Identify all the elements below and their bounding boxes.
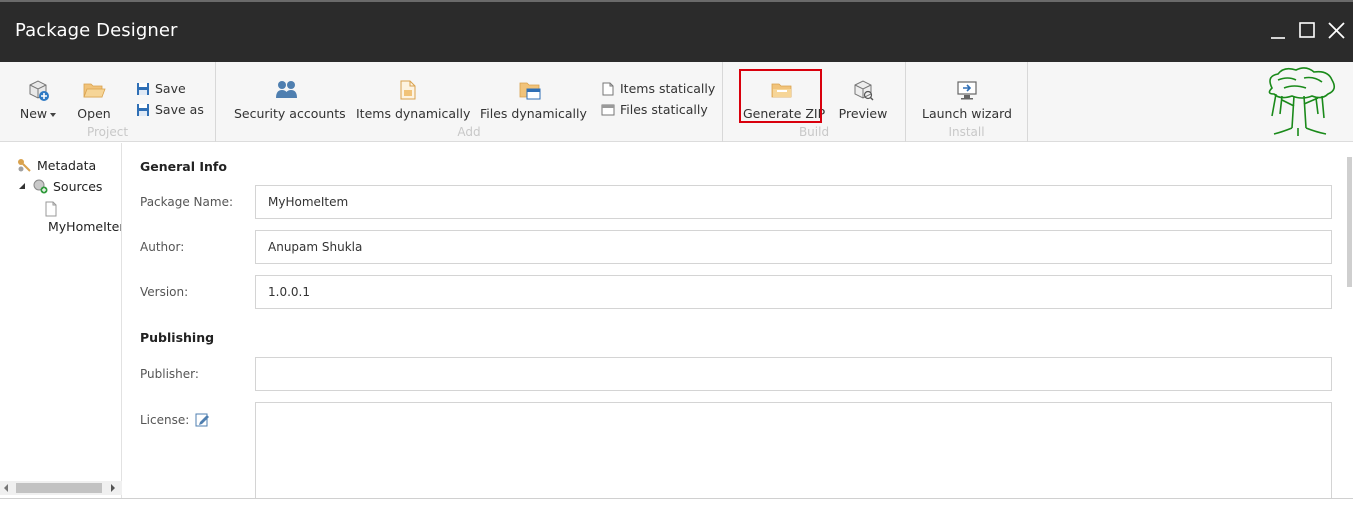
users-icon <box>276 81 297 98</box>
edit-icon[interactable] <box>195 412 210 427</box>
ribbon-group-project: New Open Save Save as Project <box>0 62 216 142</box>
files-dynamically-button[interactable]: Files dynamically <box>480 78 587 121</box>
ribbon-group-add: Security accounts Items dynamically File… <box>216 62 723 142</box>
close-icon[interactable] <box>1326 20 1348 42</box>
save-button[interactable]: Save <box>136 81 186 96</box>
preview-button[interactable]: Preview <box>835 78 891 121</box>
install-wizard-icon <box>957 81 977 100</box>
ribbon-group-install: Launch wizard Install <box>906 62 1028 142</box>
launch-wizard-button[interactable]: Launch wizard <box>920 78 1014 121</box>
sources-icon <box>33 179 48 194</box>
package-preview-icon <box>854 80 874 101</box>
document-icon <box>602 82 614 95</box>
publisher-label: Publisher: <box>140 367 199 381</box>
minimize-icon[interactable] <box>1268 20 1290 42</box>
package-form: General Info Package Name: Author: Versi… <box>123 143 1353 498</box>
scroll-left-icon[interactable] <box>3 484 9 492</box>
new-button[interactable]: New <box>16 78 60 121</box>
new-package-icon <box>29 80 49 101</box>
file-window-icon <box>601 104 615 115</box>
items-dynamically-button[interactable]: Items dynamically <box>356 78 470 121</box>
expand-triangle-icon[interactable] <box>18 182 26 190</box>
maximize-icon[interactable] <box>1297 20 1319 42</box>
ribbon-group-label-add: Add <box>457 125 481 139</box>
version-label: Version: <box>140 285 189 299</box>
ribbon-group-label-install: Install <box>948 125 985 139</box>
save-as-button[interactable]: Save as <box>136 102 204 117</box>
scroll-right-icon[interactable] <box>110 484 116 492</box>
version-input[interactable] <box>255 275 1332 309</box>
folder-files-icon <box>519 82 541 100</box>
license-label-row: License: <box>140 412 210 427</box>
tree-logo-icon <box>1268 67 1336 136</box>
section-publishing: Publishing <box>140 330 215 345</box>
ribbon-group-label-build: Build <box>798 125 830 139</box>
license-label: License: <box>140 412 190 427</box>
author-input[interactable] <box>255 230 1332 264</box>
section-general-info: General Info <box>140 159 227 174</box>
scrollbar-thumb[interactable] <box>16 483 102 493</box>
package-name-input[interactable] <box>255 185 1332 219</box>
tree-horizontal-scrollbar[interactable] <box>0 481 122 495</box>
save-icon <box>137 82 149 95</box>
window-title: Package Designer <box>15 20 178 41</box>
item-document-icon <box>45 201 57 217</box>
folder-open-icon <box>83 83 106 98</box>
save-as-icon <box>137 103 149 116</box>
document-dynamic-icon <box>400 80 416 100</box>
keys-icon <box>18 159 31 172</box>
files-statically-button[interactable]: Files statically <box>601 102 708 117</box>
items-statically-button[interactable]: Items statically <box>601 81 715 96</box>
security-accounts-button[interactable]: Security accounts <box>234 78 346 121</box>
form-vertical-scrollbar[interactable] <box>1346 143 1353 498</box>
open-button[interactable]: Open <box>74 78 114 121</box>
generate-zip-highlight <box>739 69 822 123</box>
publisher-input[interactable] <box>255 357 1332 391</box>
tree-node-metadata[interactable]: Metadata <box>16 157 96 173</box>
form-scrollbar-thumb[interactable] <box>1347 157 1352 287</box>
ribbon-group-label-project: Project <box>86 125 129 139</box>
tree-node-item[interactable]: MyHomeItem <box>48 219 121 234</box>
author-label: Author: <box>140 240 185 254</box>
chevron-down-icon <box>50 112 57 117</box>
ribbon-toolbar: New Open Save Save as Project Security a… <box>0 62 1353 142</box>
license-textarea[interactable] <box>255 402 1332 498</box>
title-bar: Package Designer <box>0 0 1353 62</box>
tree-node-sources[interactable]: Sources <box>18 178 102 194</box>
package-name-label: Package Name: <box>140 195 233 209</box>
package-tree: Metadata Sources MyHomeItem <box>0 143 122 498</box>
status-bar <box>0 498 1353 516</box>
